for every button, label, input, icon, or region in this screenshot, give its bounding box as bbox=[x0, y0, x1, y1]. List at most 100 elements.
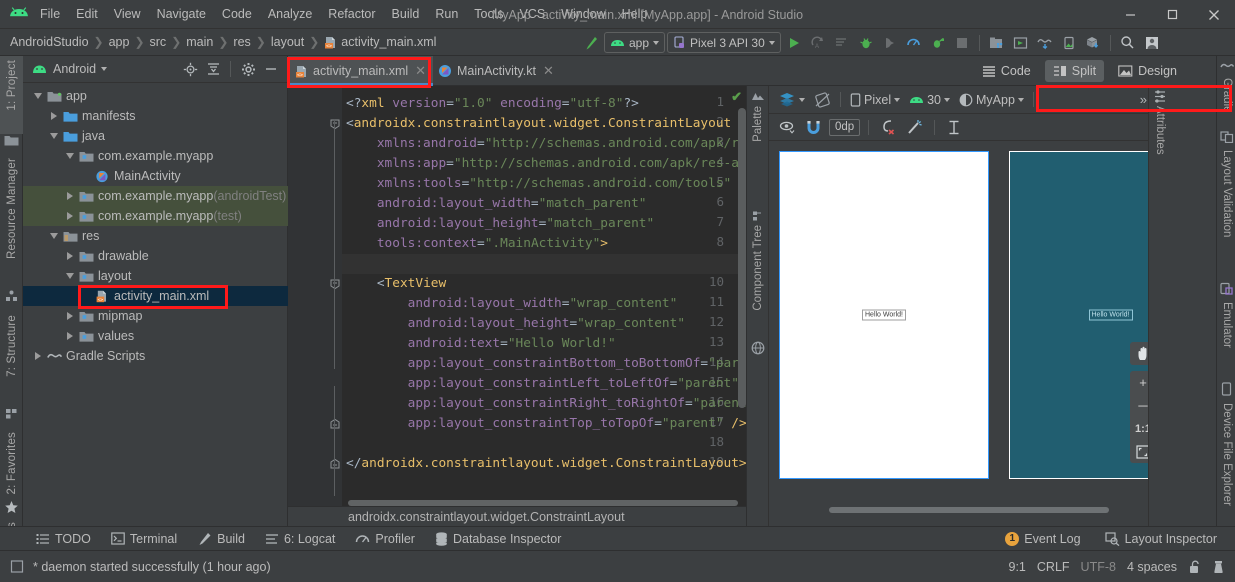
code-line[interactable]: app:layout_constraintTop_toTopOf="parent… bbox=[346, 414, 746, 434]
chevron-down-icon[interactable] bbox=[101, 67, 108, 71]
tree-item-gradle-scripts[interactable]: Gradle Scripts bbox=[23, 346, 288, 366]
tree-item-drawable[interactable]: drawable bbox=[23, 246, 288, 266]
editor-tab-mainactivity-kt[interactable]: MainActivity.kt ✕ bbox=[431, 56, 561, 86]
device-config-selector[interactable]: Pixel bbox=[847, 89, 903, 110]
fold-marker-open[interactable] bbox=[330, 279, 340, 289]
chevron-right-icon[interactable] bbox=[63, 312, 77, 320]
menu-run[interactable]: Run bbox=[427, 5, 466, 23]
fold-marker-close[interactable] bbox=[330, 459, 340, 469]
default-margin-value[interactable]: 0dp bbox=[829, 118, 861, 136]
tree-item-res[interactable]: res bbox=[23, 226, 288, 246]
tool-window-database-inspector[interactable]: Database Inspector bbox=[425, 527, 571, 551]
tree-item-mipmap[interactable]: mipmap bbox=[23, 306, 288, 326]
code-line[interactable]: android:layout_width="match_parent" bbox=[346, 194, 647, 214]
right-tab-layout-validation[interactable]: Layout Validation bbox=[1216, 146, 1235, 237]
settings-gear-icon[interactable] bbox=[238, 59, 258, 79]
right-tab-device-file-explorer[interactable]: Device File Explorer bbox=[1216, 399, 1235, 506]
breadcrumb-androidstudio[interactable]: AndroidStudio bbox=[10, 35, 89, 49]
code-line[interactable]: android:text="Hello World!" bbox=[346, 334, 616, 354]
tree-item-com-example-myapp[interactable]: com.example.myapp (androidTest) bbox=[23, 186, 288, 206]
breadcrumb-res[interactable]: res bbox=[233, 35, 250, 49]
indent-setting[interactable]: 4 spaces bbox=[1127, 560, 1177, 574]
right-tab-emulator[interactable]: Emulator bbox=[1216, 298, 1235, 348]
sidebar-item-structure[interactable]: 7: Structure bbox=[0, 311, 23, 407]
apply-code-changes-icon[interactable] bbox=[831, 32, 853, 54]
view-mode-split-button[interactable]: Split bbox=[1044, 60, 1105, 82]
breadcrumb-main[interactable]: main bbox=[186, 35, 213, 49]
tree-item-activity-main-xml[interactable]: <> activity_main.xml bbox=[23, 286, 288, 306]
globe-icon[interactable] bbox=[751, 341, 765, 355]
run-icon[interactable] bbox=[783, 32, 805, 54]
chevron-down-icon[interactable] bbox=[63, 153, 77, 159]
avd-manager-icon[interactable] bbox=[1010, 32, 1032, 54]
editor-breadcrumb-label[interactable]: androidx.constraintlayout.widget.Constra… bbox=[348, 510, 625, 524]
search-icon[interactable] bbox=[1117, 32, 1139, 54]
view-mode-code-button[interactable]: Code bbox=[973, 60, 1039, 82]
code-line[interactable]: xmlns:tools="http://schemas.android.com/… bbox=[346, 174, 731, 194]
menu-refactor[interactable]: Refactor bbox=[320, 5, 383, 23]
component-tree-tab[interactable]: Component Tree bbox=[747, 206, 769, 311]
chevron-right-icon[interactable] bbox=[63, 212, 77, 220]
blueprint-textview[interactable]: Hello World! bbox=[1088, 309, 1133, 321]
caret-position[interactable]: 9:1 bbox=[1009, 560, 1026, 574]
attach-debugger-icon[interactable] bbox=[879, 32, 901, 54]
sidebar-item-project[interactable]: 1: Project bbox=[0, 56, 23, 134]
code-line[interactable]: <?xml version="1.0" encoding="utf-8"?> bbox=[346, 94, 639, 114]
code-text[interactable]: <?xml version="1.0" encoding="utf-8"?> <a… bbox=[342, 86, 746, 506]
code-line[interactable] bbox=[342, 254, 746, 274]
theme-selector[interactable]: MyApp bbox=[956, 89, 1027, 110]
menu-help[interactable]: Help bbox=[614, 5, 656, 23]
tool-window-profiler[interactable]: Profiler bbox=[345, 527, 425, 551]
preview-textview[interactable]: Hello World! bbox=[862, 309, 906, 321]
code-line[interactable]: android:layout_height="match_parent" bbox=[346, 214, 654, 234]
file-encoding[interactable]: UTF-8 bbox=[1081, 560, 1116, 574]
apply-changes-icon[interactable]: A bbox=[807, 32, 829, 54]
status-message[interactable]: * daemon started successfully (1 hour ag… bbox=[33, 560, 271, 574]
tool-window-terminal[interactable]: Terminal bbox=[101, 527, 187, 551]
chevron-right-icon[interactable] bbox=[63, 192, 77, 200]
debug-icon[interactable] bbox=[855, 32, 877, 54]
editor-vertical-scrollbar[interactable] bbox=[738, 108, 746, 408]
editor-tab-activity-main-xml[interactable]: <> activity_main.xml ✕ bbox=[288, 56, 434, 86]
menu-build[interactable]: Build bbox=[384, 5, 428, 23]
rotate-device-icon[interactable] bbox=[811, 89, 834, 110]
collapse-all-icon[interactable] bbox=[203, 59, 223, 79]
sdk-manager-icon[interactable] bbox=[986, 32, 1008, 54]
menu-file[interactable]: File bbox=[32, 5, 68, 23]
menu-analyze[interactable]: Analyze bbox=[260, 5, 320, 23]
tree-item-layout[interactable]: layout bbox=[23, 266, 288, 286]
tree-item-manifests[interactable]: manifests bbox=[23, 106, 288, 126]
tree-item-app[interactable]: app bbox=[23, 86, 288, 106]
breadcrumb-app[interactable]: app bbox=[109, 35, 130, 49]
run-coverage-icon[interactable] bbox=[927, 32, 949, 54]
code-line[interactable]: <androidx.constraintlayout.widget.Constr… bbox=[346, 114, 731, 134]
code-line[interactable]: </androidx.constraintlayout.widget.Const… bbox=[346, 454, 746, 474]
breadcrumb-src[interactable]: src bbox=[150, 35, 167, 49]
chevron-right-icon[interactable] bbox=[31, 352, 45, 360]
code-line[interactable]: app:layout_constraintLeft_toLeftOf="pare… bbox=[346, 374, 739, 394]
maximize-icon[interactable] bbox=[1151, 0, 1193, 29]
tree-item-com-example-myapp[interactable]: com.example.myapp (test) bbox=[23, 206, 288, 226]
device-manager-icon[interactable] bbox=[1058, 32, 1080, 54]
right-tab-gradle[interactable]: Gradle bbox=[1216, 74, 1235, 113]
layout-validation-icon[interactable] bbox=[1220, 130, 1234, 143]
code-line[interactable]: xmlns:app="http://schemas.android.com/ap… bbox=[346, 154, 746, 174]
tree-item-java[interactable]: java bbox=[23, 126, 288, 146]
tool-window-build[interactable]: Build bbox=[187, 527, 255, 551]
fold-marker-close[interactable] bbox=[330, 419, 340, 429]
chevron-right-icon[interactable] bbox=[63, 252, 77, 260]
code-line[interactable]: android:layout_height="wrap_content" bbox=[346, 314, 685, 334]
view-options-eye-icon[interactable] bbox=[776, 117, 798, 138]
infer-constraints-magic-wand-icon[interactable] bbox=[904, 117, 926, 138]
canvas-horizontal-scrollbar[interactable] bbox=[829, 507, 1109, 513]
tool-window-layout-inspector[interactable]: Layout Inspector bbox=[1095, 527, 1227, 551]
inspection-widget-icon[interactable] bbox=[1212, 560, 1225, 574]
menu-edit[interactable]: Edit bbox=[68, 5, 106, 23]
api-level-selector[interactable]: 30 bbox=[906, 89, 953, 110]
sync-gradle-icon[interactable] bbox=[1034, 32, 1056, 54]
view-mode-design-button[interactable]: Design bbox=[1110, 60, 1185, 82]
code-line[interactable]: app:layout_constraintBottom_toBottomOf="… bbox=[346, 354, 746, 374]
device-preview-render[interactable]: Hello World! bbox=[779, 151, 989, 479]
tool-window-logcat[interactable]: 6: Logcat bbox=[255, 527, 345, 551]
chevron-down-icon[interactable] bbox=[47, 133, 61, 139]
